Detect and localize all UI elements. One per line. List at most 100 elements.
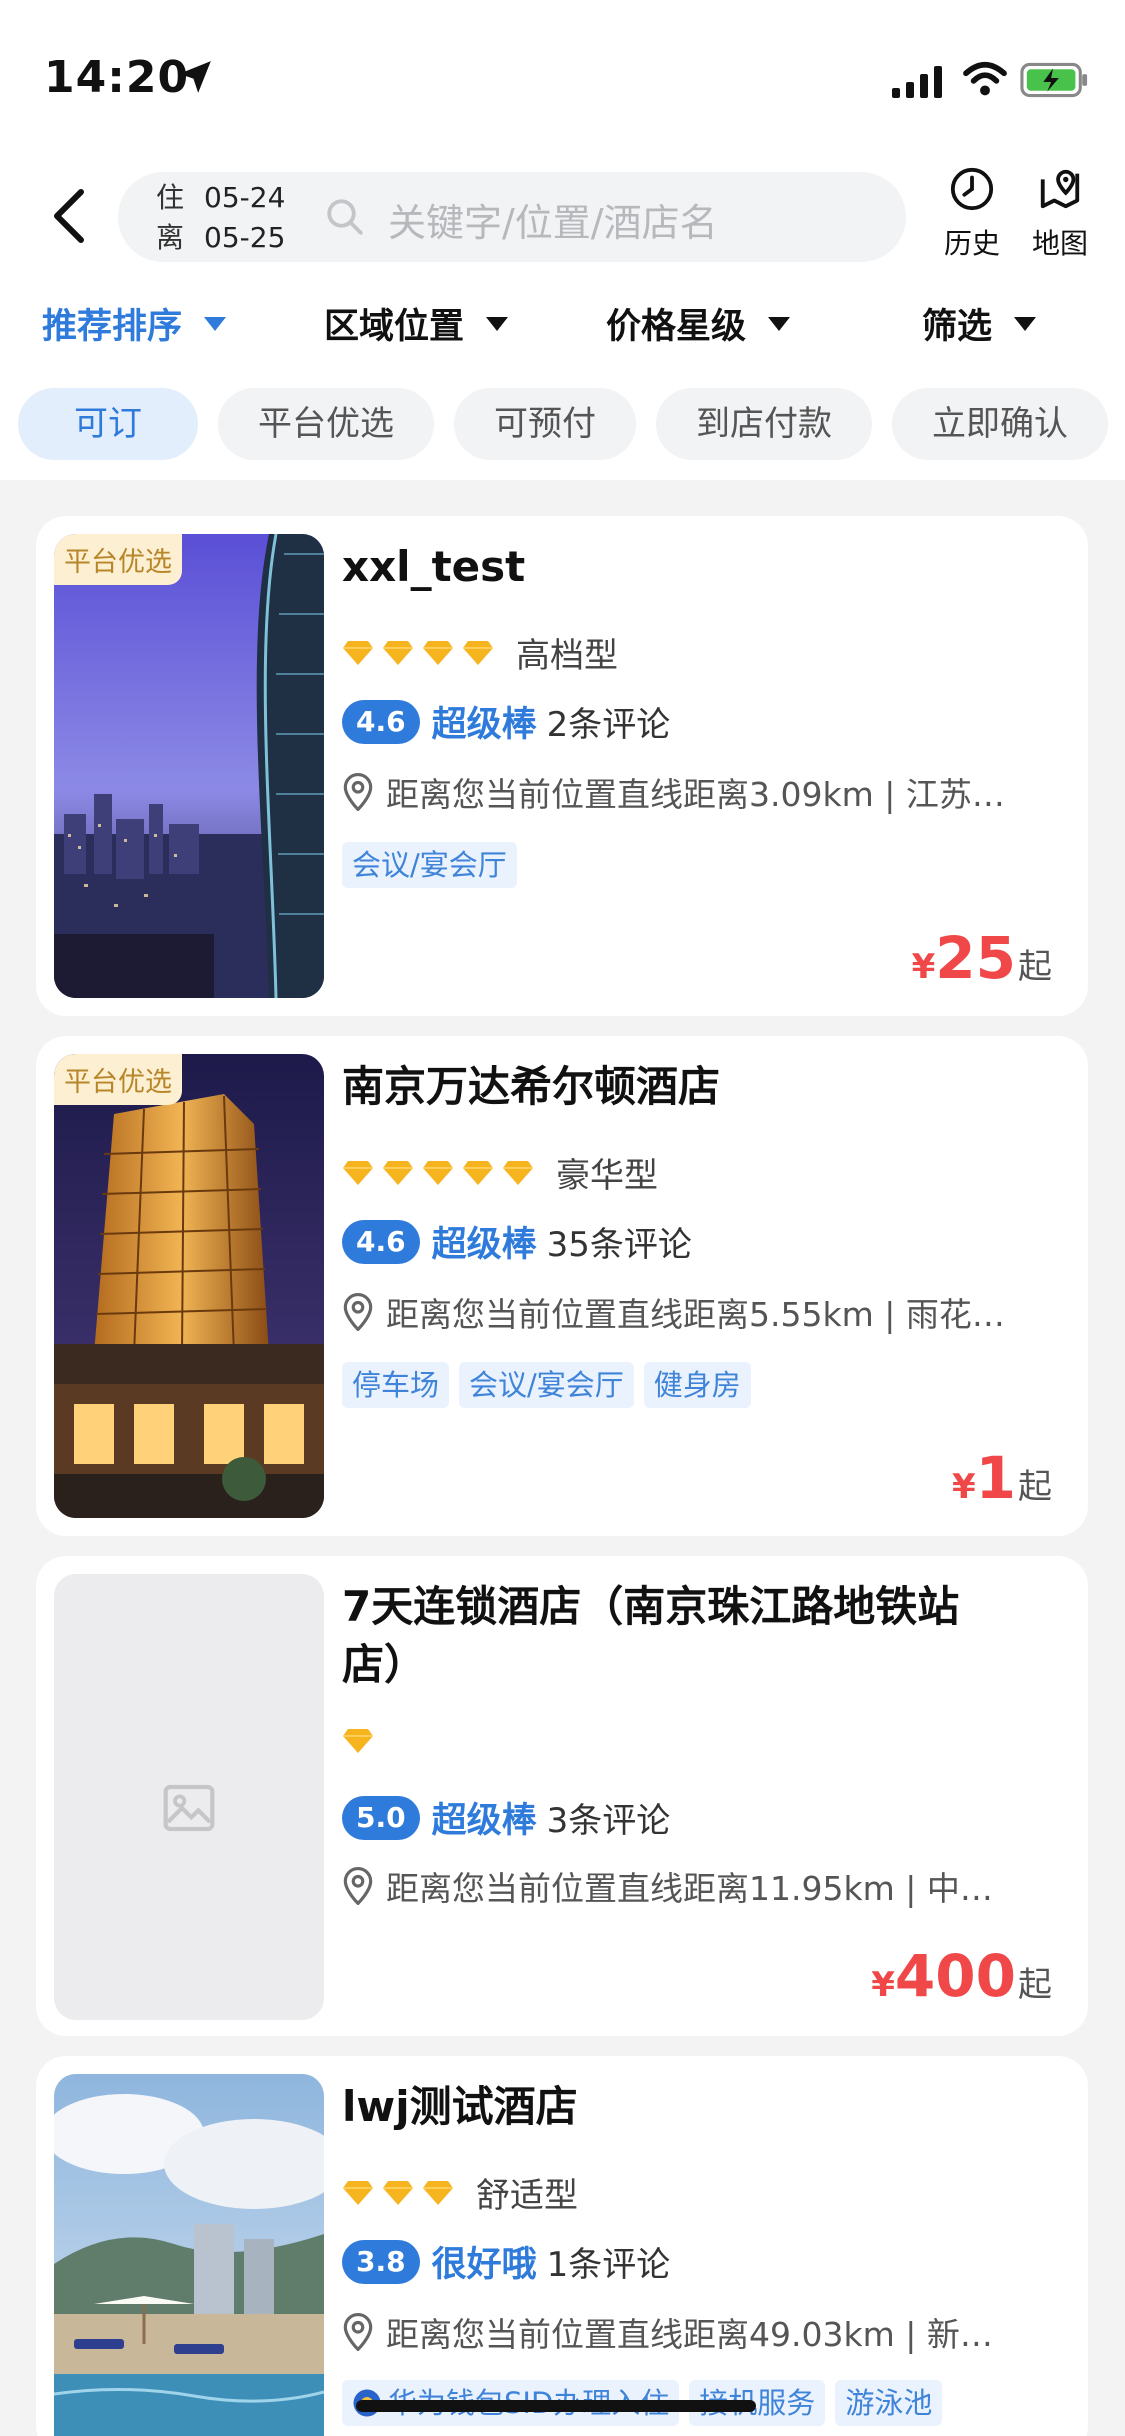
platform-pick-ribbon: 平台优选 [54,1054,182,1105]
chevron-down-icon [768,316,791,331]
facility-tag: 游泳池 [835,2380,943,2426]
chevron-down-icon [1014,316,1037,331]
location-pin-icon [343,1293,373,1331]
chevron-down-icon [204,316,227,331]
location-pin-icon [343,2313,373,2351]
chip-pay-at-hotel[interactable]: 到店付款 [656,388,872,460]
address-row: 距离您当前位置直线距离11.95km | 中… [342,1862,1062,1910]
diamond-star-icon [343,640,373,665]
night-city-image [54,534,324,998]
signal-icon [892,66,942,98]
price-suffix: 起 [1018,1467,1052,1507]
sort-filter-label: 筛选 [922,307,993,347]
distance-text: 距离您当前位置直线距离3.09km | 江苏… [386,775,1005,814]
review-count: 2条评论 [546,705,671,745]
price: ¥ 25 起 [912,924,1052,992]
sort-price-star[interactable]: 价格星级 [606,298,791,349]
battery-charging-icon [1020,62,1088,98]
rating-row: 4.6 超级棒 2条评论 [342,696,670,747]
chip-prepay[interactable]: 可预付 [454,388,636,460]
back-icon[interactable] [44,186,94,246]
checkin-label: 住 [156,181,185,214]
search-icon [327,199,363,235]
map-label: 地图 [1031,227,1088,260]
price-amount: 1 [975,1444,1016,1512]
hotel-stars: 豪华型 [342,1148,658,1197]
price-amount: 25 [935,924,1016,992]
sort-recommended[interactable]: 推荐排序 [42,298,227,349]
hotel-stars: 舒适型 [342,2168,578,2217]
star-level-label: 豪华型 [556,1156,658,1196]
search-input[interactable]: 关键字/位置/酒店名 [388,192,718,247]
score-badge: 4.6 [342,699,420,744]
diamond-star-icon [423,2180,453,2205]
diamond-star-icon [343,2180,373,2205]
rating-row: 5.0 超级棒 3条评论 [342,1792,670,1843]
review-count: 1条评论 [546,2245,671,2285]
hotel-image: 平台优选 [54,534,324,998]
search-bar[interactable]: 住 05-24 离 05-25 关键字/位置/酒店名 [118,172,906,262]
checkin-date: 05-24 [204,181,286,214]
sort-area[interactable]: 区域位置 [324,298,509,349]
hotel-image [54,1574,324,2020]
facility-tags: 停车场 会议/宴会厅 健身房 [342,1362,751,1408]
rating-text: 超级棒 [431,1801,537,1841]
map-button[interactable]: 地图 [1022,166,1098,262]
chip-instant-confirm[interactable]: 立即确认 [892,388,1108,460]
score-badge: 4.6 [342,1219,420,1264]
price: ¥ 1 起 [952,1444,1052,1512]
hotel-name-line1: 7天连锁酒店（南京珠江路地铁站 [342,1582,960,1631]
chip-platform-pick[interactable]: 平台优选 [218,388,434,460]
home-indicator [356,2400,756,2412]
star-level-label: 高档型 [516,636,618,676]
pool-resort-image [54,2074,324,2436]
rating-text: 超级棒 [431,1225,537,1265]
distance-text: 距离您当前位置直线距离11.95km | 中… [386,1869,993,1908]
image-placeholder-icon [163,1784,215,1832]
diamond-star-icon [383,640,413,665]
platform-pick-ribbon: 平台优选 [54,534,182,585]
hotel-card[interactable]: lwj测试酒店 舒适型 3.8 很好哦 1条评论 距离您当前位置直线距离49.0… [36,2056,1088,2436]
distance-text: 距离您当前位置直线距离5.55km | 雨花… [386,1295,1005,1334]
diamond-star-icon [423,1160,453,1185]
date-range[interactable]: 住 05-24 离 05-25 [156,178,285,258]
quick-filter-chips: 可订 平台优选 可预付 到店付款 立即确认 [18,388,1108,460]
location-pin-icon [343,1867,373,1905]
hotel-name-line2: 店） [342,1640,427,1689]
hotel-name: 南京万达希尔顿酒店 [342,1062,721,1111]
address-row: 距离您当前位置直线距离49.03km | 新… [342,2308,1062,2356]
history-button[interactable]: 历史 [936,166,1008,262]
hotel-name: lwj测试酒店 [342,2082,578,2131]
address-row: 距离您当前位置直线距离5.55km | 雨花… [342,1288,1062,1336]
currency: ¥ [951,1467,976,1507]
diamond-star-icon [503,1160,533,1185]
header-area: 14:20 住 05-24 离 05-25 关键字/位置/酒店名 历史 地图 推荐排… [0,0,1125,480]
review-count: 35条评论 [546,1225,692,1265]
facility-tag: 会议/宴会厅 [459,1362,634,1408]
hotel-card[interactable]: 平台优选 南京万达希尔顿酒店 豪华型 4.6 超级棒 35条评论 距离您当前位置… [36,1036,1088,1536]
hotel-stars [342,1728,374,1754]
rating-text: 很好哦 [431,2245,537,2285]
location-arrow-icon [179,61,211,93]
sort-area-label: 区域位置 [324,307,465,347]
address-row: 距离您当前位置直线距离3.09km | 江苏… [342,768,1062,816]
price: ¥ 400 起 [871,1942,1052,2010]
currency: ¥ [871,1965,895,2005]
diamond-star-icon [343,1729,373,1753]
score-badge: 5.0 [342,1795,420,1840]
sort-filter[interactable]: 筛选 [922,298,1037,349]
hotel-card[interactable]: 平台优选 xxl_test 高档型 4.6 超级棒 2条评论 距离您当前位置直线… [36,516,1088,1016]
facility-tag: 停车场 [342,1362,450,1408]
hotel-image: 平台优选 [54,1054,324,1518]
chip-bookable[interactable]: 可订 [18,388,198,460]
facility-tag: 健身房 [643,1362,751,1408]
hotel-card[interactable]: 7天连锁酒店（南京珠江路地铁站 店） 5.0 超级棒 3条评论 距离您当前位置直… [36,1556,1088,2036]
map-icon [1040,169,1080,209]
price-suffix: 起 [1018,1965,1052,2005]
history-label: 历史 [943,227,1000,260]
facility-tag: 会议/宴会厅 [342,842,517,888]
hotel-name: xxl_test [342,542,526,591]
distance-text: 距离您当前位置直线距离49.03km | 新… [386,2315,993,2354]
rating-text: 超级棒 [431,705,537,745]
price-amount: 400 [894,1942,1016,2010]
